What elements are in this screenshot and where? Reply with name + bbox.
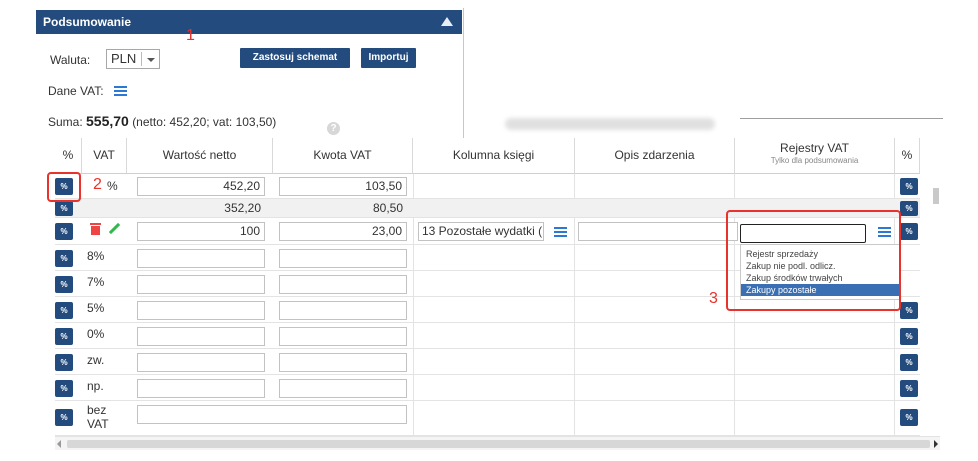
percent-button-right[interactable]: % [900,354,918,371]
apply-scheme-button[interactable]: Zastosuj schemat [240,48,350,68]
col-header-pct: % [55,138,82,174]
net-input[interactable]: 452,20 [137,177,265,196]
summary-panel-title: Podsumowanie [43,15,132,29]
percent-button[interactable]: % [55,223,73,240]
event-desc-input[interactable] [578,222,738,241]
sum-value: 555,70 [86,113,129,129]
net-input[interactable] [137,405,407,424]
vat-amount-input[interactable]: 23,00 [279,222,407,241]
panel-divider [463,8,464,138]
divider-line [740,118,943,119]
vertical-scrollbar[interactable] [930,138,942,438]
table-row: % % 452,20 103,50 % [55,174,920,199]
table-row: % 0% % [55,323,920,349]
percent-button-right[interactable]: % [900,223,918,240]
net-input[interactable] [137,301,265,320]
percent-button[interactable]: % [55,302,73,319]
net-value: 352,20 [224,201,261,215]
vat-amount-input[interactable] [279,275,407,294]
currency-select[interactable]: PLN [106,49,160,69]
vat-amount-value: 80,50 [372,201,403,215]
percent-button[interactable]: % [55,409,73,426]
vat-rate: 8% [87,249,105,263]
book-column-select[interactable]: 13 Pozostałe wydatki ( [418,222,544,241]
vat-rate: np. [87,379,104,393]
annotation-box-2 [47,172,81,202]
net-input[interactable]: 100 [137,222,265,241]
vat-rate: 5% [87,301,105,315]
scroll-left-icon[interactable] [57,440,61,448]
percent-button-right[interactable]: % [900,178,918,195]
sum-label: Suma: [48,115,87,129]
scroll-thumb[interactable] [933,188,939,204]
vat-amount-input[interactable]: 103,50 [279,177,407,196]
collapse-caret-icon[interactable] [441,17,453,26]
summary-panel-header[interactable]: Podsumowanie [36,10,462,34]
net-input[interactable] [137,249,265,268]
vat-rate: 0% [87,327,105,341]
book-column-list-icon[interactable] [554,227,567,237]
vat-amount-input[interactable] [279,249,407,268]
vat-rate: % [107,179,118,193]
col-header-event-desc: Opis zdarzenia [575,138,735,174]
sum-line: Suma: 555,70 (netto: 452,20; vat: 103,50… [48,113,276,129]
chevron-down-icon [147,58,155,62]
col-header-vat-registers: Rejestry VAT Tylko dla podsumowania [735,138,895,174]
summary-panel: Podsumowanie Waluta: PLN Zastosuj schema… [36,10,462,136]
annotation-number-1: 1 [186,27,195,44]
vat-rate: zw. [87,353,105,367]
percent-button[interactable]: % [55,380,73,397]
net-input[interactable] [137,379,265,398]
col-header-pct-right: % [895,138,920,174]
trash-icon[interactable] [90,223,101,235]
currency-value: PLN [111,51,137,66]
sum-detail: (netto: 452,20; vat: 103,50) [132,115,277,129]
percent-button[interactable]: % [55,354,73,371]
vat-amount-input[interactable] [279,353,407,372]
percent-button[interactable]: % [55,276,73,293]
scroll-thumb[interactable] [67,440,930,448]
help-icon[interactable]: ? [327,122,340,135]
annotation-number-2: 2 [93,176,102,193]
percent-button-right[interactable]: % [900,328,918,345]
percent-button-right[interactable]: % [900,302,918,319]
percent-button[interactable]: % [55,250,73,267]
percent-button-right[interactable]: % [900,380,918,397]
percent-button[interactable]: % [55,328,73,345]
pencil-icon[interactable] [108,222,121,235]
col-header-vat: VAT [82,138,127,174]
net-input[interactable] [137,353,265,372]
vat-data-list-icon[interactable] [114,86,127,96]
scroll-right-icon[interactable] [934,440,938,448]
vat-rate: 7% [87,275,105,289]
vat-rate: bez VAT [87,403,109,431]
net-input[interactable] [137,327,265,346]
vat-amount-input[interactable] [279,301,407,320]
vat-data-label: Dane VAT: [48,84,104,98]
currency-label: Waluta: [50,53,91,67]
percent-button[interactable]: % [55,201,73,216]
vat-amount-input[interactable] [279,327,407,346]
col-header-book-column: Kolumna księgi [413,138,575,174]
horizontal-scrollbar[interactable] [55,436,940,450]
table-row: % np. % [55,375,920,401]
net-input[interactable] [137,275,265,294]
import-button[interactable]: Importuj [361,48,416,68]
annotation-box-3 [726,210,901,311]
table-row: % bez VAT % [55,401,920,436]
percent-button-right[interactable]: % [900,409,918,426]
annotation-number-3: 3 [709,290,718,307]
vat-amount-input[interactable] [279,379,407,398]
col-header-net: Wartość netto [127,138,273,174]
percent-button-right[interactable]: % [900,201,918,216]
table-row: % zw. % [55,349,920,375]
blurred-heading [505,118,715,130]
col-header-vat-amount: Kwota VAT [273,138,413,174]
